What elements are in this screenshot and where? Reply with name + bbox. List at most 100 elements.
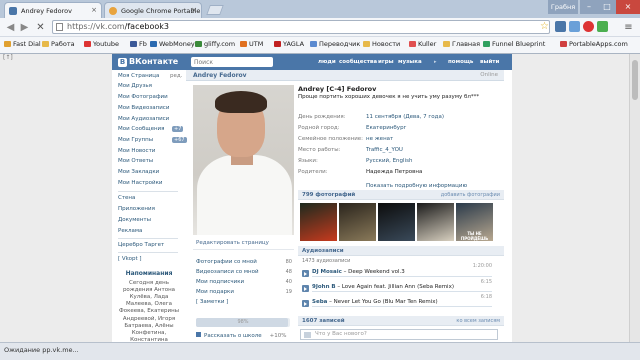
profile-link-videos-with-me[interactable]: Видеозаписи со мной 48 [196,269,292,275]
profile-photo[interactable] [193,85,294,235]
info-value[interactable]: не женат [366,136,393,142]
info-value[interactable]: 11 сентября (Дева, 7 года) [366,114,444,120]
sidebar-item-answers[interactable]: Мои Ответы [118,158,153,164]
sidebar-item-groups[interactable]: Мои Группы [118,137,153,143]
profile-link-followers[interactable]: Мои подписчики 40 [196,279,292,285]
track-artist[interactable]: Seba [312,299,327,305]
nav-games[interactable]: игры [378,59,394,65]
info-value[interactable]: Русский, English [366,158,412,164]
track-progress[interactable] [312,306,492,307]
play-icon[interactable] [302,285,309,292]
bookmark-item[interactable]: Funnel Blueprint [483,40,545,48]
audio-track[interactable]: Seba – Never Let You Go (Blu Mar Ten Rem… [298,294,504,310]
sidebar-app-cerebro[interactable]: Церебро Таргет [118,242,164,248]
nav-help[interactable]: помощь [448,59,473,65]
wall-section-header[interactable]: 1607 записей ко всем записям [298,316,504,326]
sidebar-item-news[interactable]: Мои Новости [118,148,155,154]
track-progress[interactable] [312,276,492,277]
close-window-button[interactable]: × [616,0,640,14]
edit-page-link[interactable]: Редактировать страницу [193,240,294,250]
tell-school-link[interactable]: Рассказать о школе +10% [196,332,287,339]
bookmark-item[interactable]: YAGLA [274,40,304,48]
nav-communities[interactable]: сообщества [339,59,377,65]
edit-link[interactable]: ред. [170,73,182,79]
extension-icon[interactable] [569,21,580,32]
close-tab-icon[interactable]: × [191,6,197,14]
profile-status[interactable]: Проще портить хороших девочек я не учить… [298,94,479,100]
track-artist[interactable]: DJ Mosaic [312,269,342,275]
play-icon[interactable] [302,270,309,277]
tab-active[interactable]: Andrey Fedorov × [4,2,102,18]
sidebar-app-ads[interactable]: Реклама [118,228,142,234]
scrollbar-thumb[interactable] [632,60,638,100]
info-value[interactable]: Екатеринбург [366,125,406,131]
photos-section-header[interactable]: 799 фотографий добавить фотографии [298,190,504,200]
sidebar-item-audio[interactable]: Мои Аудиозаписи [118,116,169,122]
stop-icon[interactable]: ✕ [34,21,47,34]
bookmark-item[interactable]: Новости [363,40,400,48]
profile-link-gifts[interactable]: Мои подарки 19 [196,289,292,295]
photo-thumbnail[interactable] [378,203,415,241]
play-icon[interactable] [302,300,309,307]
sidebar-app-vkopt[interactable]: [ Vkopt ] [118,256,142,262]
bookmark-item[interactable]: Работа [42,40,75,48]
sidebar-app-wall[interactable]: Стена [118,195,135,201]
star-icon[interactable]: ☆ [538,20,551,33]
sidebar-item-my-page[interactable]: Моя Страница [118,73,159,79]
photo-thumbnail[interactable] [417,203,454,241]
back-arrow-icon[interactable]: ◀ [4,21,17,34]
photo-thumbnail[interactable]: ТЫ НЕ ПРОЙДЁШЬ [456,203,493,241]
audio-section-header[interactable]: Аудиозаписи [298,246,504,256]
wall-post-input[interactable]: Что у Вас нового? [300,329,498,340]
audio-track[interactable]: 9John B – Love Again feat. Jillian Ann (… [298,279,504,295]
minimize-button[interactable]: – [580,0,598,14]
bookmark-item[interactable]: PortableApps.com [560,40,628,48]
sidebar-app-docs[interactable]: Документы [118,217,151,223]
photo-thumbnail[interactable] [300,203,337,241]
profile-name[interactable]: Грабня [548,0,578,14]
bookmark-item[interactable]: Главная [443,40,480,48]
bookmark-item[interactable]: Переводчик [310,40,360,48]
bookmark-item[interactable]: UTM [240,40,263,48]
audio-track[interactable]: DJ Mosaic – Deep Weekend vol.3 1:20:00 [298,263,504,280]
tab-inactive[interactable]: Google Chrome Portable × [104,2,202,18]
sidebar-item-photos[interactable]: Мои Фотографии [118,94,168,100]
address-bar[interactable]: https://vk.com/facebook3 [52,20,550,34]
vk-logo[interactable]: В ВКонтакте [118,57,178,67]
forward-arrow-icon[interactable]: ▶ [18,21,31,34]
all-posts-link[interactable]: ко всем записям [456,318,500,324]
scrollbar[interactable] [629,54,640,342]
track-artist[interactable]: 9John B [312,284,336,290]
bookmark-item[interactable]: Youtube [84,40,119,48]
photo-thumbnail[interactable] [339,203,376,241]
bookmark-item[interactable]: gliffy.com [195,40,235,48]
extension-icon[interactable] [597,21,608,32]
profile-link-notes[interactable]: [ Заметки ] [196,299,292,305]
bookmark-item[interactable]: Kuller [409,40,436,48]
nav-logout[interactable]: выйти [480,59,499,65]
vk-search-input[interactable] [191,57,273,67]
sidebar-item-messages[interactable]: Мои Сообщения [118,126,164,132]
profile-link-photos-with-me[interactable]: Фотографии со мной 80 [196,259,292,265]
menu-icon[interactable]: ≡ [622,21,635,34]
track-progress[interactable] [312,291,492,292]
extension-badge-icon[interactable] [583,21,594,32]
maximize-button[interactable]: □ [598,0,616,14]
audio-title: Аудиозаписи [302,248,344,254]
bookmark-item[interactable]: WebMoney [150,40,195,48]
sidebar-app-apps[interactable]: Приложения [118,206,155,212]
extension-icon[interactable] [555,21,566,32]
bookmark-item[interactable]: Fb [130,40,147,48]
new-tab-button[interactable] [206,5,224,15]
show-more-info-link[interactable]: Показать подробную информацию [366,183,467,189]
sidebar-item-settings[interactable]: Мои Настройки [118,180,163,186]
sidebar-item-videos[interactable]: Мои Видеозаписи [118,105,169,111]
sidebar-item-bookmarks[interactable]: Мои Закладки [118,169,159,175]
bookmark-item[interactable]: Fast Dial [4,40,41,48]
close-tab-icon[interactable]: × [91,6,97,14]
nav-music[interactable]: музыка [398,59,422,65]
add-photos-link[interactable]: добавить фотографии [441,192,500,198]
sidebar-item-friends[interactable]: Мои Друзья [118,83,152,89]
nav-people[interactable]: люди [318,59,336,65]
info-value[interactable]: Traffic_4_YOU [366,147,403,153]
